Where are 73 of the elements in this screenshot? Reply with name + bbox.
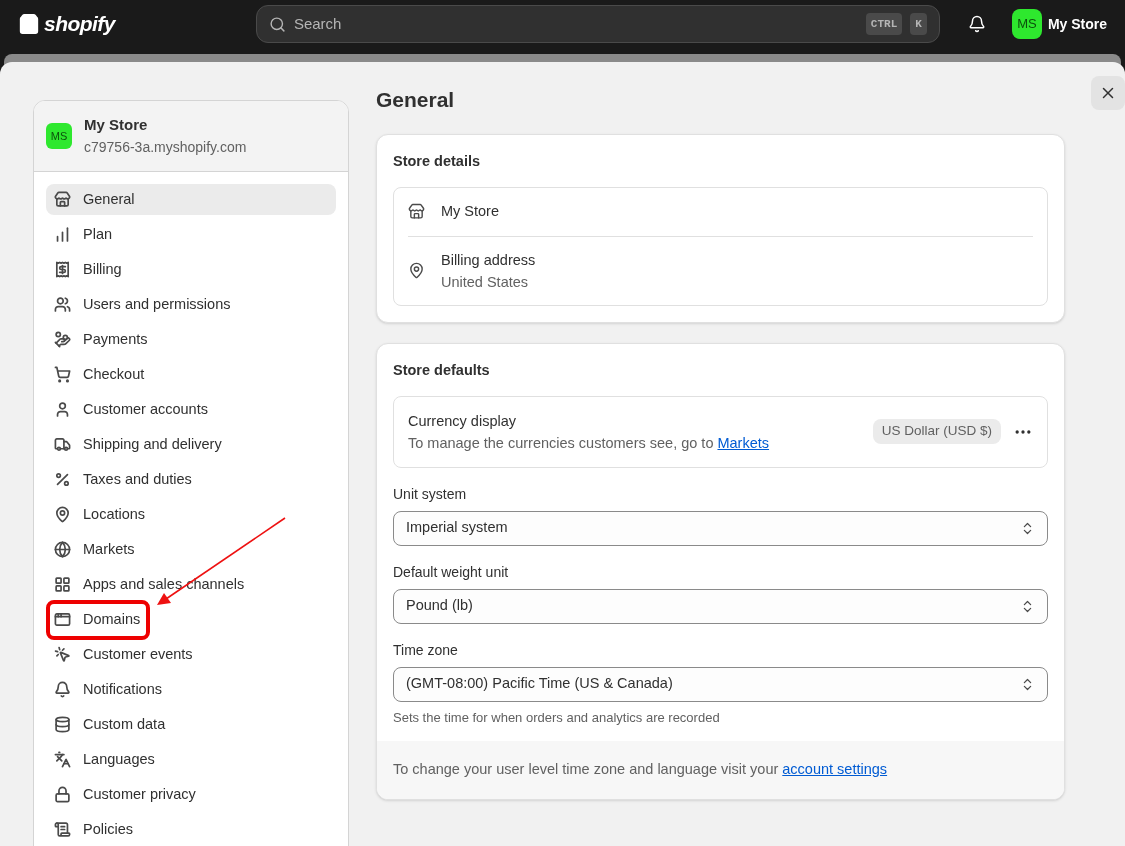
bar-chart-icon [54,226,71,243]
page-title: General [376,87,456,113]
logo[interactable]: shopify [18,8,256,40]
sidebar-item[interactable]: Notifications [46,674,336,705]
currency-label: Currency display [408,411,517,431]
lock-icon [54,786,71,803]
store-icon [54,191,71,208]
database-icon [54,716,71,733]
map-pin-icon [408,262,425,280]
account-avatar[interactable]: MS [1011,9,1042,39]
globe-icon [54,541,71,558]
pointer-click-icon [54,646,71,663]
scroll-icon [54,821,71,838]
footer-text: To change your user level time zone and language visit your [393,760,779,780]
currency-badge: US Dollar (USD $) [872,419,1001,444]
search-placeholder: Search [293,13,343,34]
sidebar-item[interactable]: Locations [46,499,336,530]
sidebar-item[interactable]: Apps and sales channels [46,569,336,600]
percent-icon [54,471,71,488]
field-label: Default weight unit [393,562,510,582]
close-button[interactable] [1091,76,1125,110]
currency-description: To manage the currencies customers see, go to [408,433,714,453]
help-text: Sets the time for when orders and analytics are recorded [393,708,721,727]
markets-link[interactable]: Markets [717,431,770,454]
window-icon [54,611,71,628]
receipt-icon [54,261,71,278]
store-avatar: MS [46,123,72,149]
cart-icon [54,366,71,383]
sidebar-item[interactable]: Shipping and delivery [46,429,336,460]
field-label: Unit system [393,484,468,504]
store-icon [408,203,425,221]
store-detail-row[interactable]: Billing address United States [408,235,1033,305]
hand-coins-icon [54,331,71,348]
sidebar-item[interactable]: Checkout [46,359,336,390]
card-title: Store details [393,152,482,171]
sidebar-item[interactable]: Domains [46,599,151,640]
sidebar-item[interactable]: Customer privacy [46,779,336,810]
sidebar-item[interactable]: Taxes and duties [46,464,336,495]
bell-icon [54,681,71,698]
sidebar-item[interactable]: Plan [46,219,336,250]
shortcut-key: K [910,12,927,36]
grid-icon [54,576,71,593]
account-settings-link[interactable]: account settings [782,759,888,781]
shortcut-key: CTRL [865,12,903,36]
search-field[interactable]: Search CTRL K [255,5,940,43]
truck-icon [54,436,71,453]
store-domain: c79756-3a.myshopify.com [84,137,247,157]
sidebar-item[interactable]: Customer events [46,639,336,670]
sidebar-item[interactable]: Billing [46,254,336,285]
notification-bell-icon[interactable] [967,15,986,33]
sidebar-item[interactable]: General [46,184,336,215]
person-icon [54,401,71,418]
map-pin-icon [54,506,71,523]
sidebar-item[interactable]: Users and permissions [46,289,336,320]
detail-label: Billing address [441,250,536,270]
sidebar-item[interactable]: Languages [46,744,336,775]
account-name[interactable]: My Store [1047,13,1107,35]
search-icon [268,15,286,33]
users-icon [54,296,71,313]
detail-value: United States [441,272,530,292]
select-field[interactable]: (GMT-08:00) Pacific Time (US & Canada) [393,666,1048,702]
sidebar-item[interactable]: Payments [46,324,336,355]
store-name: My Store [84,115,149,136]
sidebar-item[interactable]: Customer accounts [46,394,336,425]
select-field[interactable]: Imperial system [393,510,1048,546]
card-title: Store defaults [393,360,491,380]
sidebar-item[interactable]: Policies [46,814,336,845]
translate-icon [54,751,71,768]
field-label: Time zone [393,640,459,660]
select-field[interactable]: Pound (lb) [393,588,1048,624]
sidebar-item[interactable]: Markets [46,534,336,565]
store-detail-row[interactable]: My Store [408,187,1033,236]
sidebar-item[interactable]: Custom data [46,709,336,740]
